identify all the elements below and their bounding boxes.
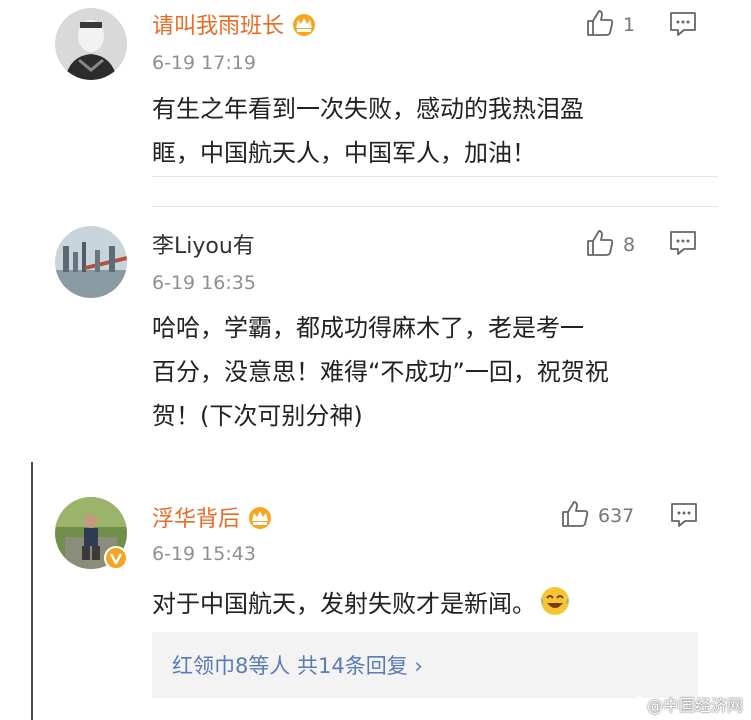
- username[interactable]: 请叫我雨班长: [152, 12, 318, 43]
- like-button[interactable]: 1: [585, 8, 635, 42]
- comment-icon[interactable]: [669, 11, 697, 41]
- comment-line: 对于中国航天，发射失败才是新闻。: [152, 590, 536, 618]
- crown-icon: [290, 12, 318, 43]
- comment-text: 有生之年看到一次失败，感动的我热泪盈 眶，中国航天人，中国军人，加油！: [152, 87, 697, 175]
- like-button[interactable]: 8: [585, 228, 635, 262]
- avatar[interactable]: [55, 226, 127, 298]
- like-count: 1: [623, 14, 636, 36]
- divider: [152, 176, 718, 177]
- comment-line: 贺！(下次可别分神): [152, 402, 363, 430]
- timestamp: 6-19 16:35: [152, 272, 256, 294]
- thumbs-up-icon[interactable]: [585, 228, 615, 262]
- comment-line: 百分，没意思！难得“不成功”一回，祝贺祝: [152, 358, 609, 386]
- comment-icon[interactable]: [669, 230, 697, 260]
- comment-line: 有生之年看到一次失败，感动的我热泪盈: [152, 95, 584, 123]
- comment-icon[interactable]: [670, 502, 698, 532]
- crown-icon: [246, 505, 274, 536]
- thumbs-up-icon[interactable]: [585, 8, 615, 42]
- avatar[interactable]: [55, 8, 127, 80]
- timestamp: 6-19 15:43: [152, 543, 256, 565]
- like-count: 637: [598, 505, 635, 527]
- replies-summary-text[interactable]: 红领巾8等人 共14条回复 ›: [172, 650, 423, 680]
- thumbs-up-icon[interactable]: [560, 499, 590, 533]
- username-text[interactable]: 浮华背后: [152, 507, 240, 532]
- comment-line: 眶，中国航天人，中国军人，加油！: [152, 139, 536, 167]
- comment-text: 哈哈，学霸，都成功得麻木了，老是考一 百分，没意思！难得“不成功”一回，祝贺祝 …: [152, 306, 697, 438]
- laughing-emoji-icon: [540, 586, 570, 630]
- timestamp: 6-19 17:19: [152, 52, 256, 74]
- like-button[interactable]: 637: [560, 499, 634, 533]
- watermark-text: @中国经济网: [646, 696, 743, 715]
- comment-text: 对于中国航天，发射失败才是新闻。: [152, 582, 697, 630]
- username-text[interactable]: 请叫我雨班长: [152, 14, 284, 39]
- watermark: @中国经济网: [623, 692, 743, 716]
- username-text[interactable]: 李Liyou有: [152, 234, 255, 259]
- username[interactable]: 李Liyou有: [152, 234, 255, 260]
- comment-line: 哈哈，学霸，都成功得麻木了，老是考一: [152, 314, 584, 342]
- verified-badge-icon: [104, 546, 128, 574]
- username[interactable]: 浮华背后: [152, 505, 274, 536]
- weibo-logo-icon: [623, 694, 643, 714]
- left-border: [31, 462, 33, 720]
- replies-summary-link[interactable]: 红领巾8等人 共14条回复 ›: [152, 632, 698, 698]
- like-count: 8: [623, 234, 636, 256]
- divider: [152, 206, 718, 207]
